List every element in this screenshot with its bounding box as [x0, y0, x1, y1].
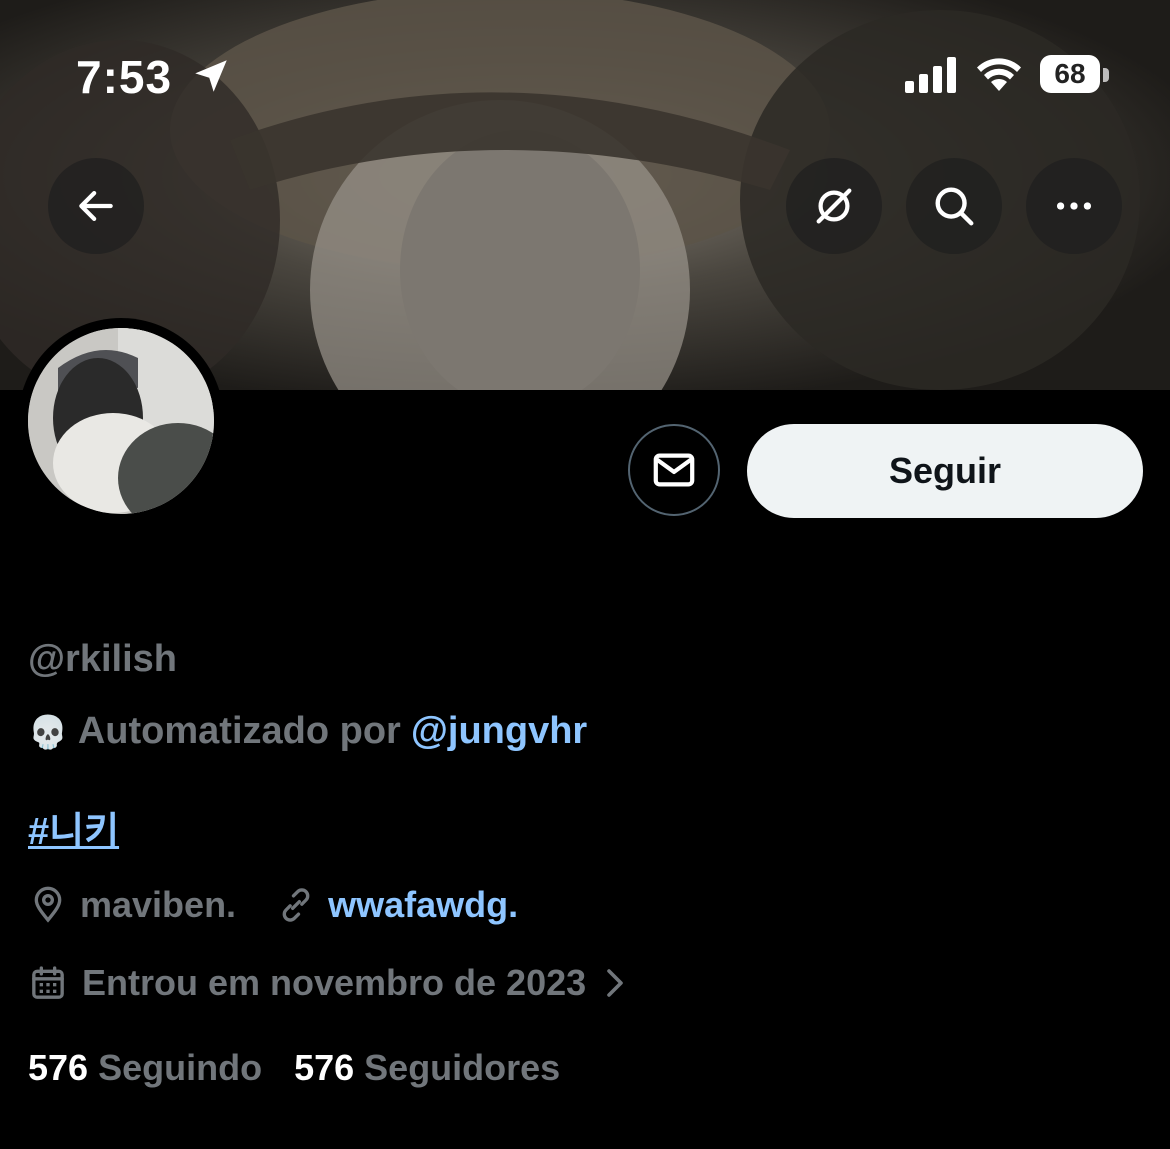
location-text: maviben. [80, 884, 237, 925]
battery-icon: 68 [1040, 55, 1100, 93]
status-bar: 7:53 68 [0, 0, 1170, 150]
avatar-photo [28, 328, 214, 514]
battery-level: 68 [1054, 58, 1086, 89]
joined-row[interactable]: Entrou em novembro de 2023 [28, 962, 630, 1004]
wifi-icon [977, 58, 1021, 91]
profile-handle: @rkilish [28, 638, 177, 680]
website-item[interactable]: wwafawdg. [276, 884, 518, 926]
battery-nub [1103, 68, 1109, 82]
website-link[interactable]: wwafawdg. [328, 884, 518, 926]
chevron-right-icon [607, 969, 623, 997]
link-icon [282, 888, 310, 922]
search-button[interactable] [906, 158, 1002, 254]
calendar-icon [32, 966, 64, 999]
envelope-icon [653, 453, 695, 487]
joined-text: Entrou em novembro de 2023 [82, 962, 587, 1003]
message-button[interactable] [628, 424, 720, 516]
bio-hashtag[interactable]: #니키 [28, 800, 119, 855]
more-options-button[interactable] [1026, 158, 1122, 254]
search-icon [935, 187, 974, 226]
avatar-photo-art [28, 328, 214, 514]
automated-label: 💀 Automatizado por @jungvhr [28, 710, 587, 753]
location-item: maviben. [28, 884, 236, 926]
translate-icon [816, 188, 852, 224]
follow-button[interactable]: Seguir [747, 424, 1143, 518]
back-arrow-icon [79, 191, 113, 221]
follow-counts: 576 Seguindo 576 Seguidores [28, 1047, 592, 1089]
cellular-signal-icon [905, 57, 956, 93]
automated-by-link[interactable]: @jungvhr [411, 710, 587, 753]
profile-meta-row: maviben. wwafawdg. [28, 884, 558, 926]
location-pin-icon [34, 886, 62, 923]
location-arrow-icon [195, 60, 227, 92]
profile-banner[interactable]: 7:53 68 [0, 0, 1170, 390]
status-time: 7:53 [76, 51, 173, 103]
more-icon [1056, 202, 1092, 210]
followers-count[interactable]: 576 [294, 1047, 354, 1089]
automated-prefix: Automatizado por [77, 710, 401, 752]
profile-avatar[interactable] [18, 318, 224, 524]
following-label[interactable]: Seguindo [98, 1047, 262, 1089]
back-button[interactable] [48, 158, 144, 254]
translate-button[interactable] [786, 158, 882, 254]
skull-emoji-icon: 💀 [28, 713, 68, 750]
following-count[interactable]: 576 [28, 1047, 88, 1089]
followers-label[interactable]: Seguidores [364, 1047, 560, 1089]
